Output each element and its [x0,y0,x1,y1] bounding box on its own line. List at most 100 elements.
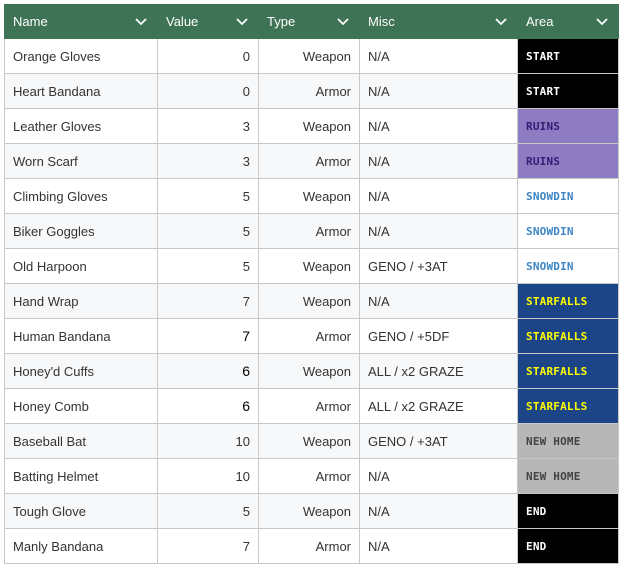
cell-value[interactable]: 0 [157,73,259,109]
cell-misc[interactable]: N/A [359,458,518,494]
cell-value[interactable]: 5 [157,248,259,284]
cell-area[interactable]: RUINS [517,108,619,144]
cell-value[interactable]: 10 [157,423,259,459]
cell-type[interactable]: Armor [258,73,360,109]
cell-misc[interactable]: N/A [359,528,518,564]
column-header-type[interactable]: Type [258,4,360,39]
cell-misc[interactable]: N/A [359,178,518,214]
cell-misc[interactable]: N/A [359,283,518,319]
cell-name[interactable]: Orange Gloves [4,38,158,74]
cell-type[interactable]: Armor [258,213,360,249]
cell-name[interactable]: Hand Wrap [4,283,158,319]
cell-type[interactable]: Weapon [258,353,360,389]
table-row: Human Bandana 7 Armor GENO / +5DF STARFALLS [4,318,619,354]
cell-area[interactable]: START [517,38,619,74]
cell-misc[interactable]: N/A [359,108,518,144]
cell-area[interactable]: STARFALLS [517,353,619,389]
cell-name[interactable]: Honey'd Cuffs [4,353,158,389]
cell-area[interactable]: STARFALLS [517,388,619,424]
cell-misc[interactable]: GENO / +3AT [359,248,518,284]
table-row: Old Harpoon 5 Weapon GENO / +3AT SNOWDIN [4,248,619,284]
cell-type[interactable]: Weapon [258,108,360,144]
cell-name[interactable]: Batting Helmet [4,458,158,494]
cell-value[interactable]: 10 [157,458,259,494]
cell-type[interactable]: Armor [258,388,360,424]
cell-misc[interactable]: GENO / +3AT [359,423,518,459]
table-row: Heart Bandana 0 Armor N/A START [4,73,619,109]
column-header-area[interactable]: Area [517,4,619,39]
cell-misc[interactable]: ALL / x2 GRAZE [359,353,518,389]
cell-area[interactable]: NEW HOME [517,458,619,494]
cell-value[interactable]: 0 [157,38,259,74]
column-header-label: Area [526,14,554,29]
cell-type[interactable]: Weapon [258,38,360,74]
cell-type[interactable]: Weapon [258,423,360,459]
cell-type[interactable]: Armor [258,528,360,564]
chevron-down-icon[interactable] [596,17,608,27]
cell-value[interactable]: 5 [157,213,259,249]
table-row: Orange Gloves 0 Weapon N/A START [4,38,619,74]
cell-area[interactable]: SNOWDIN [517,178,619,214]
cell-name[interactable]: Climbing Gloves [4,178,158,214]
chevron-down-icon[interactable] [135,17,147,27]
cell-misc[interactable]: N/A [359,73,518,109]
cell-misc[interactable]: ALL / x2 GRAZE [359,388,518,424]
cell-area[interactable]: SNOWDIN [517,248,619,284]
cell-type[interactable]: Weapon [258,283,360,319]
cell-area[interactable]: NEW HOME [517,423,619,459]
table-row: Honey Comb 6 Armor ALL / x2 GRAZE STARFALLS [4,388,619,424]
cell-name[interactable]: Old Harpoon [4,248,158,284]
cell-misc[interactable]: N/A [359,493,518,529]
cell-type[interactable]: Armor [258,318,360,354]
cell-misc[interactable]: N/A [359,38,518,74]
cell-area[interactable]: RUINS [517,143,619,179]
cell-value[interactable]: 6 [157,353,259,389]
cell-area[interactable]: STARFALLS [517,283,619,319]
cell-type[interactable]: Weapon [258,493,360,529]
cell-area[interactable]: START [517,73,619,109]
cell-name[interactable]: Human Bandana [4,318,158,354]
column-header-label: Name [13,14,48,29]
cell-name[interactable]: Manly Bandana [4,528,158,564]
cell-misc[interactable]: N/A [359,213,518,249]
cell-type[interactable]: Weapon [258,178,360,214]
cell-value[interactable]: 6 [157,388,259,424]
table-row: Leather Gloves 3 Weapon N/A RUINS [4,108,619,144]
cell-name[interactable]: Heart Bandana [4,73,158,109]
cell-value[interactable]: 3 [157,108,259,144]
cell-name[interactable]: Biker Goggles [4,213,158,249]
cell-value[interactable]: 7 [157,283,259,319]
table-row: Tough Glove 5 Weapon N/A END [4,493,619,529]
chevron-down-icon[interactable] [495,17,507,27]
cell-value[interactable]: 5 [157,178,259,214]
column-header-label: Misc [368,14,395,29]
column-header-misc[interactable]: Misc [359,4,518,39]
cell-value[interactable]: 7 [157,528,259,564]
table-row: Honey'd Cuffs 6 Weapon ALL / x2 GRAZE STARFA… [4,353,619,389]
chevron-down-icon[interactable] [236,17,248,27]
cell-area[interactable]: STARFALLS [517,318,619,354]
column-header-value[interactable]: Value [157,4,259,39]
cell-type[interactable]: Weapon [258,248,360,284]
cell-name[interactable]: Honey Comb [4,388,158,424]
cell-area[interactable]: END [517,493,619,529]
cell-name[interactable]: Leather Gloves [4,108,158,144]
cell-name[interactable]: Tough Glove [4,493,158,529]
cell-area[interactable]: SNOWDIN [517,213,619,249]
cell-value[interactable]: 5 [157,493,259,529]
chevron-down-icon[interactable] [337,17,349,27]
cell-misc[interactable]: N/A [359,143,518,179]
cell-value[interactable]: 7 [157,318,259,354]
cell-name[interactable]: Baseball Bat [4,423,158,459]
items-table: Name Value Type Misc Area Orange Gloves 0… [4,4,619,564]
cell-area[interactable]: END [517,528,619,564]
cell-value[interactable]: 3 [157,143,259,179]
cell-name[interactable]: Worn Scarf [4,143,158,179]
header-row: Name Value Type Misc Area [4,4,619,39]
table-row: Biker Goggles 5 Armor N/A SNOWDIN [4,213,619,249]
cell-misc[interactable]: GENO / +5DF [359,318,518,354]
table-row: Hand Wrap 7 Weapon N/A STARFALLS [4,283,619,319]
column-header-name[interactable]: Name [4,4,158,39]
cell-type[interactable]: Armor [258,143,360,179]
cell-type[interactable]: Armor [258,458,360,494]
